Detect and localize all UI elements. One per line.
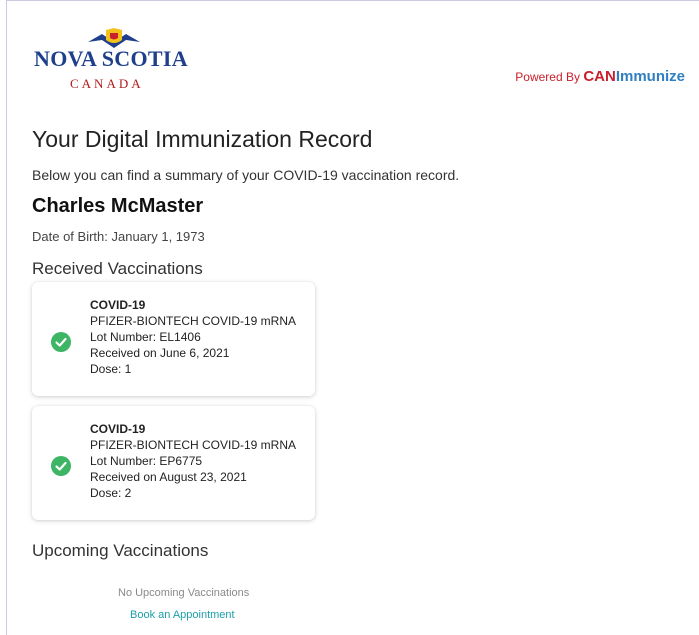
powered-by-prefix: Powered By <box>515 70 584 84</box>
powered-by-canimmunize: Powered By CANImmunize <box>515 68 685 85</box>
nova-scotia-logo: NOVA SCOTIA CANADA <box>34 24 194 94</box>
logo-title: NOVA SCOTIA <box>34 46 188 71</box>
vaccine-name: COVID-19 <box>90 298 146 312</box>
vaccination-card: COVID-19 PFIZER-BIONTECH COVID-19 mRNA L… <box>32 282 315 396</box>
received-date: Received on June 6, 2021 <box>90 346 230 360</box>
patient-name: Charles McMaster <box>32 195 204 217</box>
vaccination-details: COVID-19 PFIZER-BIONTECH COVID-19 mRNA L… <box>90 297 296 377</box>
vaccine-name: COVID-19 <box>90 422 146 436</box>
lot-number: Lot Number: EP6775 <box>90 454 203 468</box>
page-title: Your Digital Immunization Record <box>32 126 373 152</box>
date-of-birth: Date of Birth: January 1, 1973 <box>32 229 205 244</box>
upcoming-vaccinations-title: Upcoming Vaccinations <box>32 541 209 560</box>
received-date: Received on August 23, 2021 <box>90 470 247 484</box>
vaccination-card: COVID-19 PFIZER-BIONTECH COVID-19 mRNA L… <box>32 406 315 520</box>
vaccine-product: PFIZER-BIONTECH COVID-19 mRNA <box>90 314 297 328</box>
no-upcoming-text: No Upcoming Vaccinations <box>118 587 250 599</box>
dose-number: Dose: 1 <box>90 362 132 376</box>
received-vaccinations-title: Received Vaccinations <box>32 259 203 278</box>
vaccination-details: COVID-19 PFIZER-BIONTECH COVID-19 mRNA L… <box>90 421 296 501</box>
book-appointment-link[interactable]: Book an Appointment <box>130 609 235 621</box>
vaccine-product: PFIZER-BIONTECH COVID-19 mRNA <box>90 438 297 452</box>
brand-can: CAN <box>583 68 616 85</box>
record-intro: Below you can find a summary of your COV… <box>32 167 460 183</box>
check-circle-icon <box>51 456 71 476</box>
logo-subtitle: CANADA <box>70 76 144 91</box>
brand-immunize: Immunize <box>615 68 685 85</box>
dose-number: Dose: 2 <box>90 486 132 500</box>
check-circle-icon <box>51 332 71 352</box>
lot-number: Lot Number: EL1406 <box>90 330 201 344</box>
